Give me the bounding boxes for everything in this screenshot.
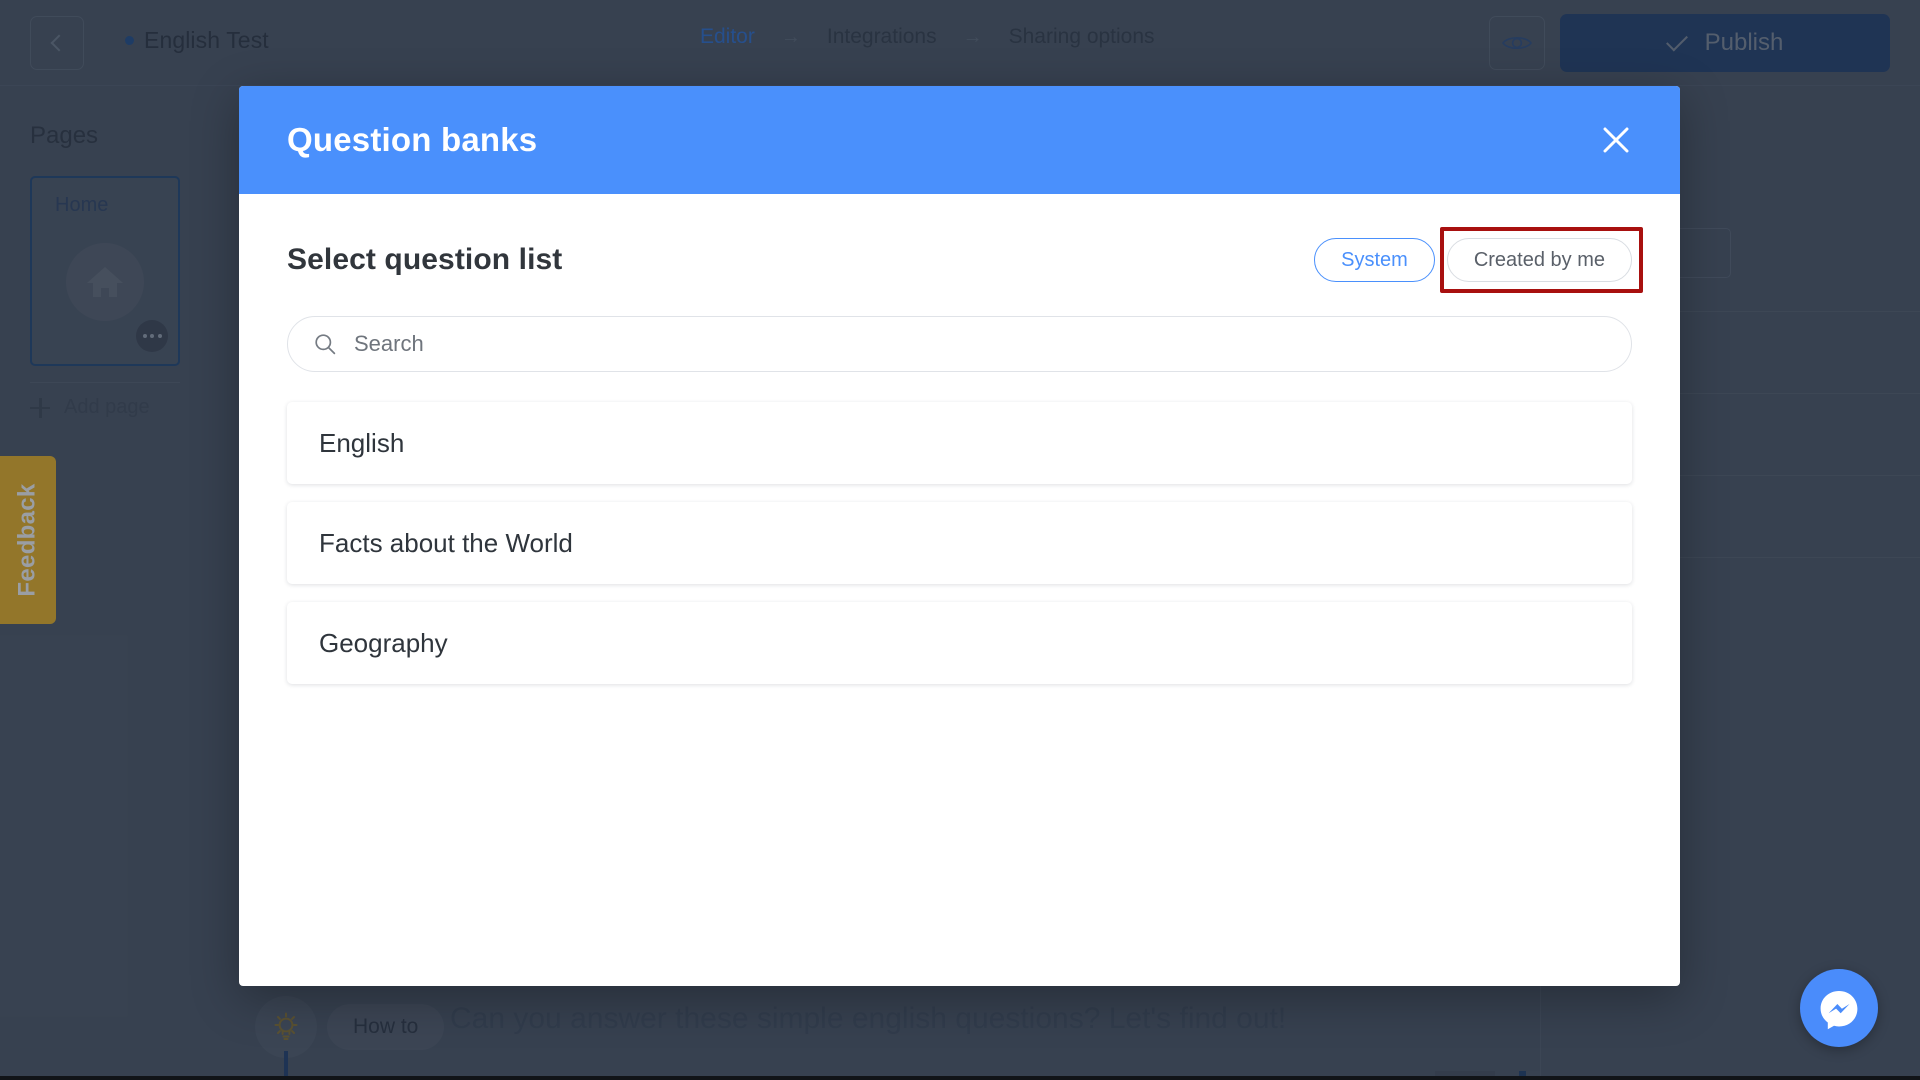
close-icon bbox=[1603, 127, 1629, 153]
close-button[interactable] bbox=[1594, 118, 1638, 162]
messenger-icon bbox=[1820, 991, 1858, 1030]
messenger-button[interactable] bbox=[1800, 969, 1878, 1047]
question-bank-item[interactable]: Geography bbox=[287, 602, 1632, 684]
question-bank-item[interactable]: English bbox=[287, 402, 1632, 484]
modal-body: Select question list System Created by m… bbox=[239, 194, 1680, 684]
question-bank-item[interactable]: Facts about the World bbox=[287, 502, 1632, 584]
modal-body-header: Select question list System Created by m… bbox=[287, 227, 1643, 293]
search-icon bbox=[315, 334, 336, 355]
toggle-created-by-me[interactable]: Created by me bbox=[1446, 238, 1632, 282]
modal-header: Question banks bbox=[239, 86, 1680, 194]
bottom-strip bbox=[0, 1076, 1920, 1080]
section-title: Select question list bbox=[287, 243, 563, 276]
search-input[interactable] bbox=[354, 331, 1605, 357]
source-filter-toggle-group: System Created by me bbox=[1314, 227, 1643, 293]
app-root: English Test Editor → Integrations → Sha… bbox=[0, 0, 1920, 1080]
modal-title: Question banks bbox=[287, 121, 538, 158]
question-banks-modal: Question banks Select question list Syst… bbox=[239, 86, 1680, 986]
question-bank-list: English Facts about the World Geography bbox=[287, 402, 1632, 684]
toggle-system[interactable]: System bbox=[1314, 238, 1435, 282]
search-bar[interactable] bbox=[287, 316, 1632, 372]
